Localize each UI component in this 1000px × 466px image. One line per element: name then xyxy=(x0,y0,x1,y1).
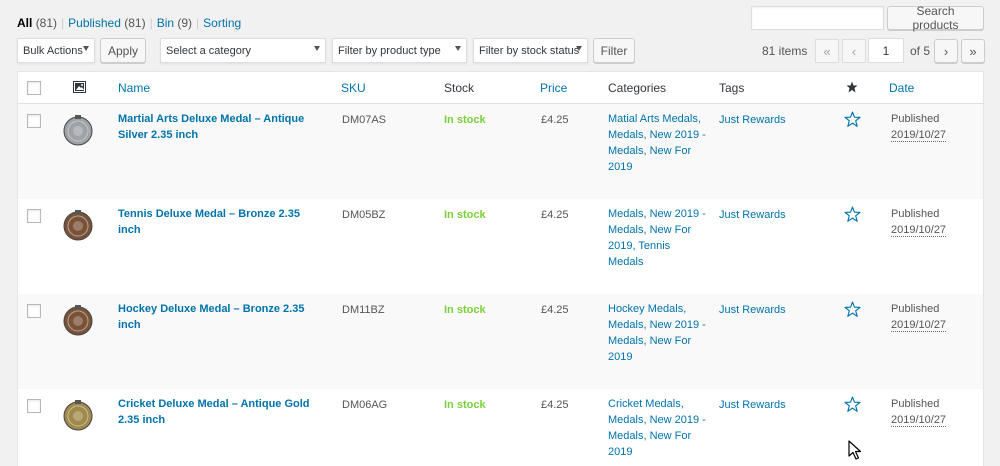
prev-page-button: ‹ xyxy=(842,39,866,63)
next-page-button[interactable]: › xyxy=(934,39,958,63)
product-thumbnail[interactable] xyxy=(62,114,94,146)
product-tag-link[interactable]: Just Rewards xyxy=(719,397,786,413)
table-row: Hockey Deluxe Medal – Bronze 2.35 inch D… xyxy=(18,294,983,389)
product-price: £4.25 xyxy=(541,114,569,126)
featured-star-icon[interactable] xyxy=(844,396,861,416)
product-thumbnail[interactable] xyxy=(62,304,94,336)
product-name-link[interactable]: Tennis Deluxe Medal – Bronze 2.35 inch xyxy=(118,206,323,238)
publish-date: Published 2019/10/27 xyxy=(891,303,947,332)
search-box: Search products xyxy=(751,4,984,32)
table-row: Martial Arts Deluxe Medal – Antique Silv… xyxy=(18,104,983,199)
first-page-button: « xyxy=(815,39,839,63)
tablenav-top: Bulk Actions Apply Select a category Fil… xyxy=(17,38,985,64)
chevron-down-icon xyxy=(83,46,89,51)
search-input[interactable] xyxy=(751,6,884,30)
table-header: Name SKU Stock Price Categories Tags Dat… xyxy=(18,72,983,104)
table-row: Tennis Deluxe Medal – Bronze 2.35 inch D… xyxy=(18,199,983,294)
featured-star-icon[interactable] xyxy=(844,111,861,131)
stock-status: In stock xyxy=(444,209,486,221)
product-name-link[interactable]: Martial Arts Deluxe Medal – Antique Silv… xyxy=(118,111,323,143)
product-type-select[interactable]: Filter by product type xyxy=(332,38,467,63)
mouse-cursor-icon xyxy=(848,440,862,460)
filter-button[interactable]: Filter xyxy=(593,38,635,63)
product-categories[interactable]: Hockey Medals, Medals, New 2019 - Medals… xyxy=(608,301,706,365)
chevron-down-icon xyxy=(455,46,461,51)
column-date[interactable]: Date xyxy=(889,81,914,95)
current-page-input[interactable]: 1 xyxy=(868,38,904,63)
product-tag-link[interactable]: Just Rewards xyxy=(719,207,786,223)
featured-star-icon[interactable] xyxy=(844,301,861,321)
view-all[interactable]: All (81) xyxy=(17,16,57,30)
product-sku: DM06AG xyxy=(342,399,388,411)
row-checkbox[interactable] xyxy=(27,209,41,223)
stock-status-select[interactable]: Filter by stock status xyxy=(473,38,588,63)
featured-star-icon[interactable] xyxy=(846,81,858,96)
view-published[interactable]: Published (81) xyxy=(68,16,145,30)
image-icon xyxy=(73,81,86,96)
search-products-button[interactable]: Search products xyxy=(887,4,984,32)
chevron-down-icon xyxy=(576,46,582,51)
product-sku: DM07AS xyxy=(342,114,387,126)
stock-status: In stock xyxy=(444,114,486,126)
product-tag-link[interactable]: Just Rewards xyxy=(719,112,786,128)
total-pages: of 5 xyxy=(910,44,931,58)
chevron-down-icon xyxy=(314,46,320,51)
stock-status: In stock xyxy=(444,304,486,316)
column-name[interactable]: Name xyxy=(118,81,150,95)
view-sorting[interactable]: Sorting xyxy=(203,16,241,30)
items-count: 81 items xyxy=(762,44,808,58)
view-bin[interactable]: Bin (9) xyxy=(157,16,192,30)
publish-date: Published 2019/10/27 xyxy=(891,113,947,142)
product-price: £4.25 xyxy=(541,304,569,316)
column-price[interactable]: Price xyxy=(540,81,567,95)
apply-button[interactable]: Apply xyxy=(100,38,146,63)
column-tags: Tags xyxy=(719,81,745,95)
product-categories[interactable]: Medals, New 2019 - Medals, New For 2019,… xyxy=(608,206,706,270)
product-price: £4.25 xyxy=(541,399,569,411)
status-views: All (81) | Published (81) | Bin (9) | Sorting xyxy=(17,16,242,30)
category-select[interactable]: Select a category xyxy=(160,38,326,63)
product-tag-link[interactable]: Just Rewards xyxy=(719,302,786,318)
bulk-actions-select[interactable]: Bulk Actions xyxy=(17,38,95,63)
column-categories: Categories xyxy=(608,81,667,95)
select-all-checkbox[interactable] xyxy=(27,81,41,95)
last-page-button[interactable]: » xyxy=(961,39,985,63)
table-row: Cricket Deluxe Medal – Antique Gold 2.35… xyxy=(18,389,983,466)
row-checkbox[interactable] xyxy=(27,399,41,413)
product-categories[interactable]: Cricket Medals, Medals, New 2019 - Medal… xyxy=(608,396,706,460)
row-checkbox[interactable] xyxy=(27,304,41,318)
products-table: Name SKU Stock Price Categories Tags Dat… xyxy=(17,71,984,466)
product-sku: DM11BZ xyxy=(342,304,385,316)
publish-date: Published 2019/10/27 xyxy=(891,208,947,237)
product-categories[interactable]: Matial Arts Medals, Medals, New 2019 - M… xyxy=(608,111,706,175)
stock-status: In stock xyxy=(444,399,486,411)
product-sku: DM05BZ xyxy=(342,209,386,221)
product-thumbnail[interactable] xyxy=(62,209,94,241)
product-name-link[interactable]: Hockey Deluxe Medal – Bronze 2.35 inch xyxy=(118,301,323,333)
product-thumbnail[interactable] xyxy=(62,399,94,431)
product-price: £4.25 xyxy=(541,209,569,221)
product-name-link[interactable]: Cricket Deluxe Medal – Antique Gold 2.35… xyxy=(118,396,323,428)
column-sku[interactable]: SKU xyxy=(341,81,366,95)
column-stock: Stock xyxy=(444,81,475,95)
publish-date: Published 2019/10/27 xyxy=(891,398,947,427)
row-checkbox[interactable] xyxy=(27,114,41,128)
featured-star-icon[interactable] xyxy=(844,206,861,226)
